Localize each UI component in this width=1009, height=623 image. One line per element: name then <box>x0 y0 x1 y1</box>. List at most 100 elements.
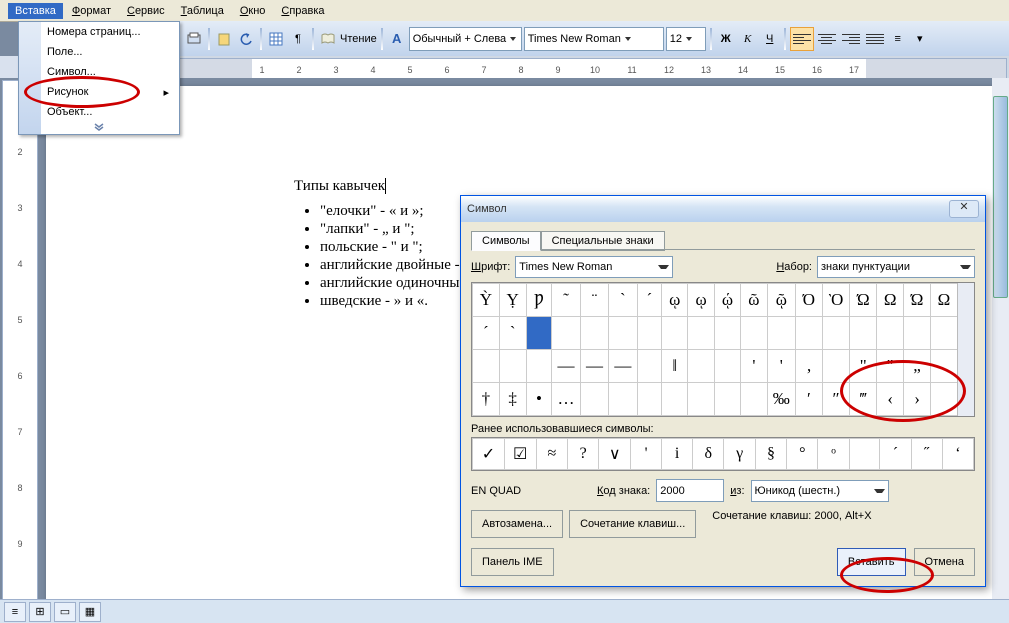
menu-format[interactable]: Формат <box>65 3 118 19</box>
recent-symbol-cell[interactable]: δ <box>693 439 724 470</box>
symbol-cell[interactable]: ῴ <box>714 284 740 317</box>
symbol-cell[interactable] <box>499 350 526 383</box>
symbol-cell[interactable] <box>930 383 957 416</box>
recent-symbol-cell[interactable]: ° <box>787 439 818 470</box>
symbol-cell[interactable]: ¨ <box>580 284 608 317</box>
view-outline-button[interactable]: ⊞ <box>29 602 51 622</box>
symbol-cell[interactable] <box>877 317 904 350</box>
symbol-cell[interactable]: Ό <box>796 284 823 317</box>
symbol-cell[interactable] <box>741 317 767 350</box>
menu-insert[interactable]: Вставка <box>8 3 63 19</box>
symbol-cell[interactable] <box>741 383 767 416</box>
line-spacing-button[interactable]: ≡ <box>888 29 908 49</box>
symbol-cell[interactable] <box>767 317 795 350</box>
symbol-cell[interactable]: ― <box>609 350 637 383</box>
recent-symbol-cell[interactable]: ´ <box>880 439 911 470</box>
symbol-cell[interactable]: Ὸ <box>822 284 850 317</box>
tab-special-chars[interactable]: Специальные знаки <box>541 231 665 251</box>
columns-icon[interactable]: ¶ <box>288 29 308 49</box>
align-right-button[interactable] <box>840 28 862 50</box>
symbol-cell[interactable] <box>473 350 500 383</box>
vertical-scrollbar[interactable] <box>992 78 1009 600</box>
symbol-cell[interactable] <box>580 383 608 416</box>
symbol-cell[interactable] <box>609 317 637 350</box>
symbol-cell[interactable] <box>688 350 714 383</box>
dialog-set-select[interactable]: знаки пунктуации <box>817 256 975 278</box>
print-preview-icon[interactable] <box>184 29 204 49</box>
recent-symbols[interactable]: ✓☑≈?∨'іδγ§°ᵒ´˝ʻ <box>471 437 975 471</box>
symbol-cell[interactable]: Ώ <box>904 284 931 317</box>
symbol-cell[interactable]: Ω <box>930 284 957 317</box>
recent-symbol-cell[interactable]: ∨ <box>599 439 631 470</box>
symbol-cell[interactable] <box>637 383 661 416</box>
symbol-cell[interactable]: " <box>850 350 877 383</box>
symbol-cell[interactable]: • <box>526 383 552 416</box>
symbol-cell[interactable] <box>637 317 661 350</box>
symbol-cell[interactable]: Ỵ <box>499 284 526 317</box>
encoding-select[interactable]: Юникод (шестн.) <box>751 480 889 502</box>
bold-button[interactable]: Ж <box>716 29 736 49</box>
recent-symbol-cell[interactable]: ʻ <box>942 439 973 470</box>
symbol-cell[interactable]: ´ <box>473 317 500 350</box>
symbol-cell[interactable] <box>822 317 850 350</box>
symbol-cell[interactable]: † <box>473 383 500 416</box>
dialog-titlebar[interactable]: Символ ✕ <box>461 196 985 222</box>
symbol-cell[interactable]: ‚ <box>796 350 823 383</box>
symbol-cell[interactable]: Ỳ <box>473 284 500 317</box>
symbol-cell[interactable] <box>526 317 552 350</box>
symbol-grid[interactable]: ỲỴǷ˜¨`´ῳῳῴῶῷΌῸΏΩΏΩ´`——―‖''‚""„†‡•…‰′″‴‹› <box>471 282 975 417</box>
recent-symbol-cell[interactable]: і <box>662 439 693 470</box>
symbol-cell[interactable]: ῳ <box>688 284 714 317</box>
dropdown-expand[interactable] <box>19 122 179 134</box>
recent-symbol-cell[interactable]: ✓ <box>473 439 505 470</box>
insert-button[interactable]: Вставить <box>837 548 906 576</box>
symbol-cell[interactable]: ' <box>767 350 795 383</box>
align-left-button[interactable] <box>790 27 814 51</box>
undo-icon[interactable] <box>236 29 256 49</box>
dropdown-page-numbers[interactable]: Номера страниц... <box>19 22 179 42</box>
align-center-button[interactable] <box>816 28 838 50</box>
view-normal-button[interactable]: ≡ <box>4 602 26 622</box>
menu-window[interactable]: Окно <box>233 3 273 19</box>
symbol-cell[interactable]: „ <box>904 350 931 383</box>
symbol-cell[interactable]: ` <box>609 284 637 317</box>
symbol-cell[interactable] <box>930 350 957 383</box>
symbol-cell[interactable]: ‖ <box>662 350 688 383</box>
symbol-cell[interactable] <box>662 383 688 416</box>
recent-symbol-cell[interactable]: ᵒ <box>818 439 849 470</box>
symbol-cell[interactable] <box>526 350 552 383</box>
symbol-cell[interactable] <box>796 317 823 350</box>
dropdown-symbol[interactable]: Символ... <box>19 62 179 82</box>
dropdown-field[interactable]: Поле... <box>19 42 179 62</box>
reading-icon[interactable] <box>318 29 338 49</box>
menu-tools[interactable]: Сервис <box>120 3 172 19</box>
symbol-cell[interactable]: ‰ <box>767 383 795 416</box>
symbol-cell[interactable] <box>688 317 714 350</box>
underline-button[interactable]: Ч <box>760 29 780 49</box>
symbol-cell[interactable]: Ω <box>877 284 904 317</box>
symbol-cell[interactable] <box>714 317 740 350</box>
autocorrect-button[interactable]: Автозамена... <box>471 510 563 538</box>
dropdown-picture[interactable]: Рисунок▸ <box>19 82 179 102</box>
view-print-button[interactable]: ▭ <box>54 602 76 622</box>
table-icon[interactable] <box>266 29 286 49</box>
font-size-select[interactable]: 12 <box>666 27 706 51</box>
symbol-cell[interactable] <box>714 350 740 383</box>
italic-button[interactable]: К <box>738 29 758 49</box>
close-icon[interactable]: ✕ <box>949 200 979 218</box>
paste-icon[interactable] <box>214 29 234 49</box>
symbol-cell[interactable]: Ώ <box>850 284 877 317</box>
symbol-cell[interactable]: ‴ <box>850 383 877 416</box>
font-select[interactable]: Times New Roman <box>524 27 664 51</box>
symbol-cell[interactable]: ῳ <box>662 284 688 317</box>
symbol-cell[interactable] <box>930 317 957 350</box>
symbol-cell[interactable]: ‡ <box>499 383 526 416</box>
symbol-cell[interactable] <box>904 317 931 350</box>
style-select[interactable]: Обычный + Слева <box>409 27 522 51</box>
symbol-cell[interactable]: › <box>904 383 931 416</box>
more-icon[interactable]: ▾ <box>910 29 930 49</box>
styles-icon[interactable]: A <box>387 29 407 49</box>
symbol-cell[interactable]: … <box>552 383 580 416</box>
menu-help[interactable]: Справка <box>274 3 331 19</box>
symbol-cell[interactable] <box>662 317 688 350</box>
